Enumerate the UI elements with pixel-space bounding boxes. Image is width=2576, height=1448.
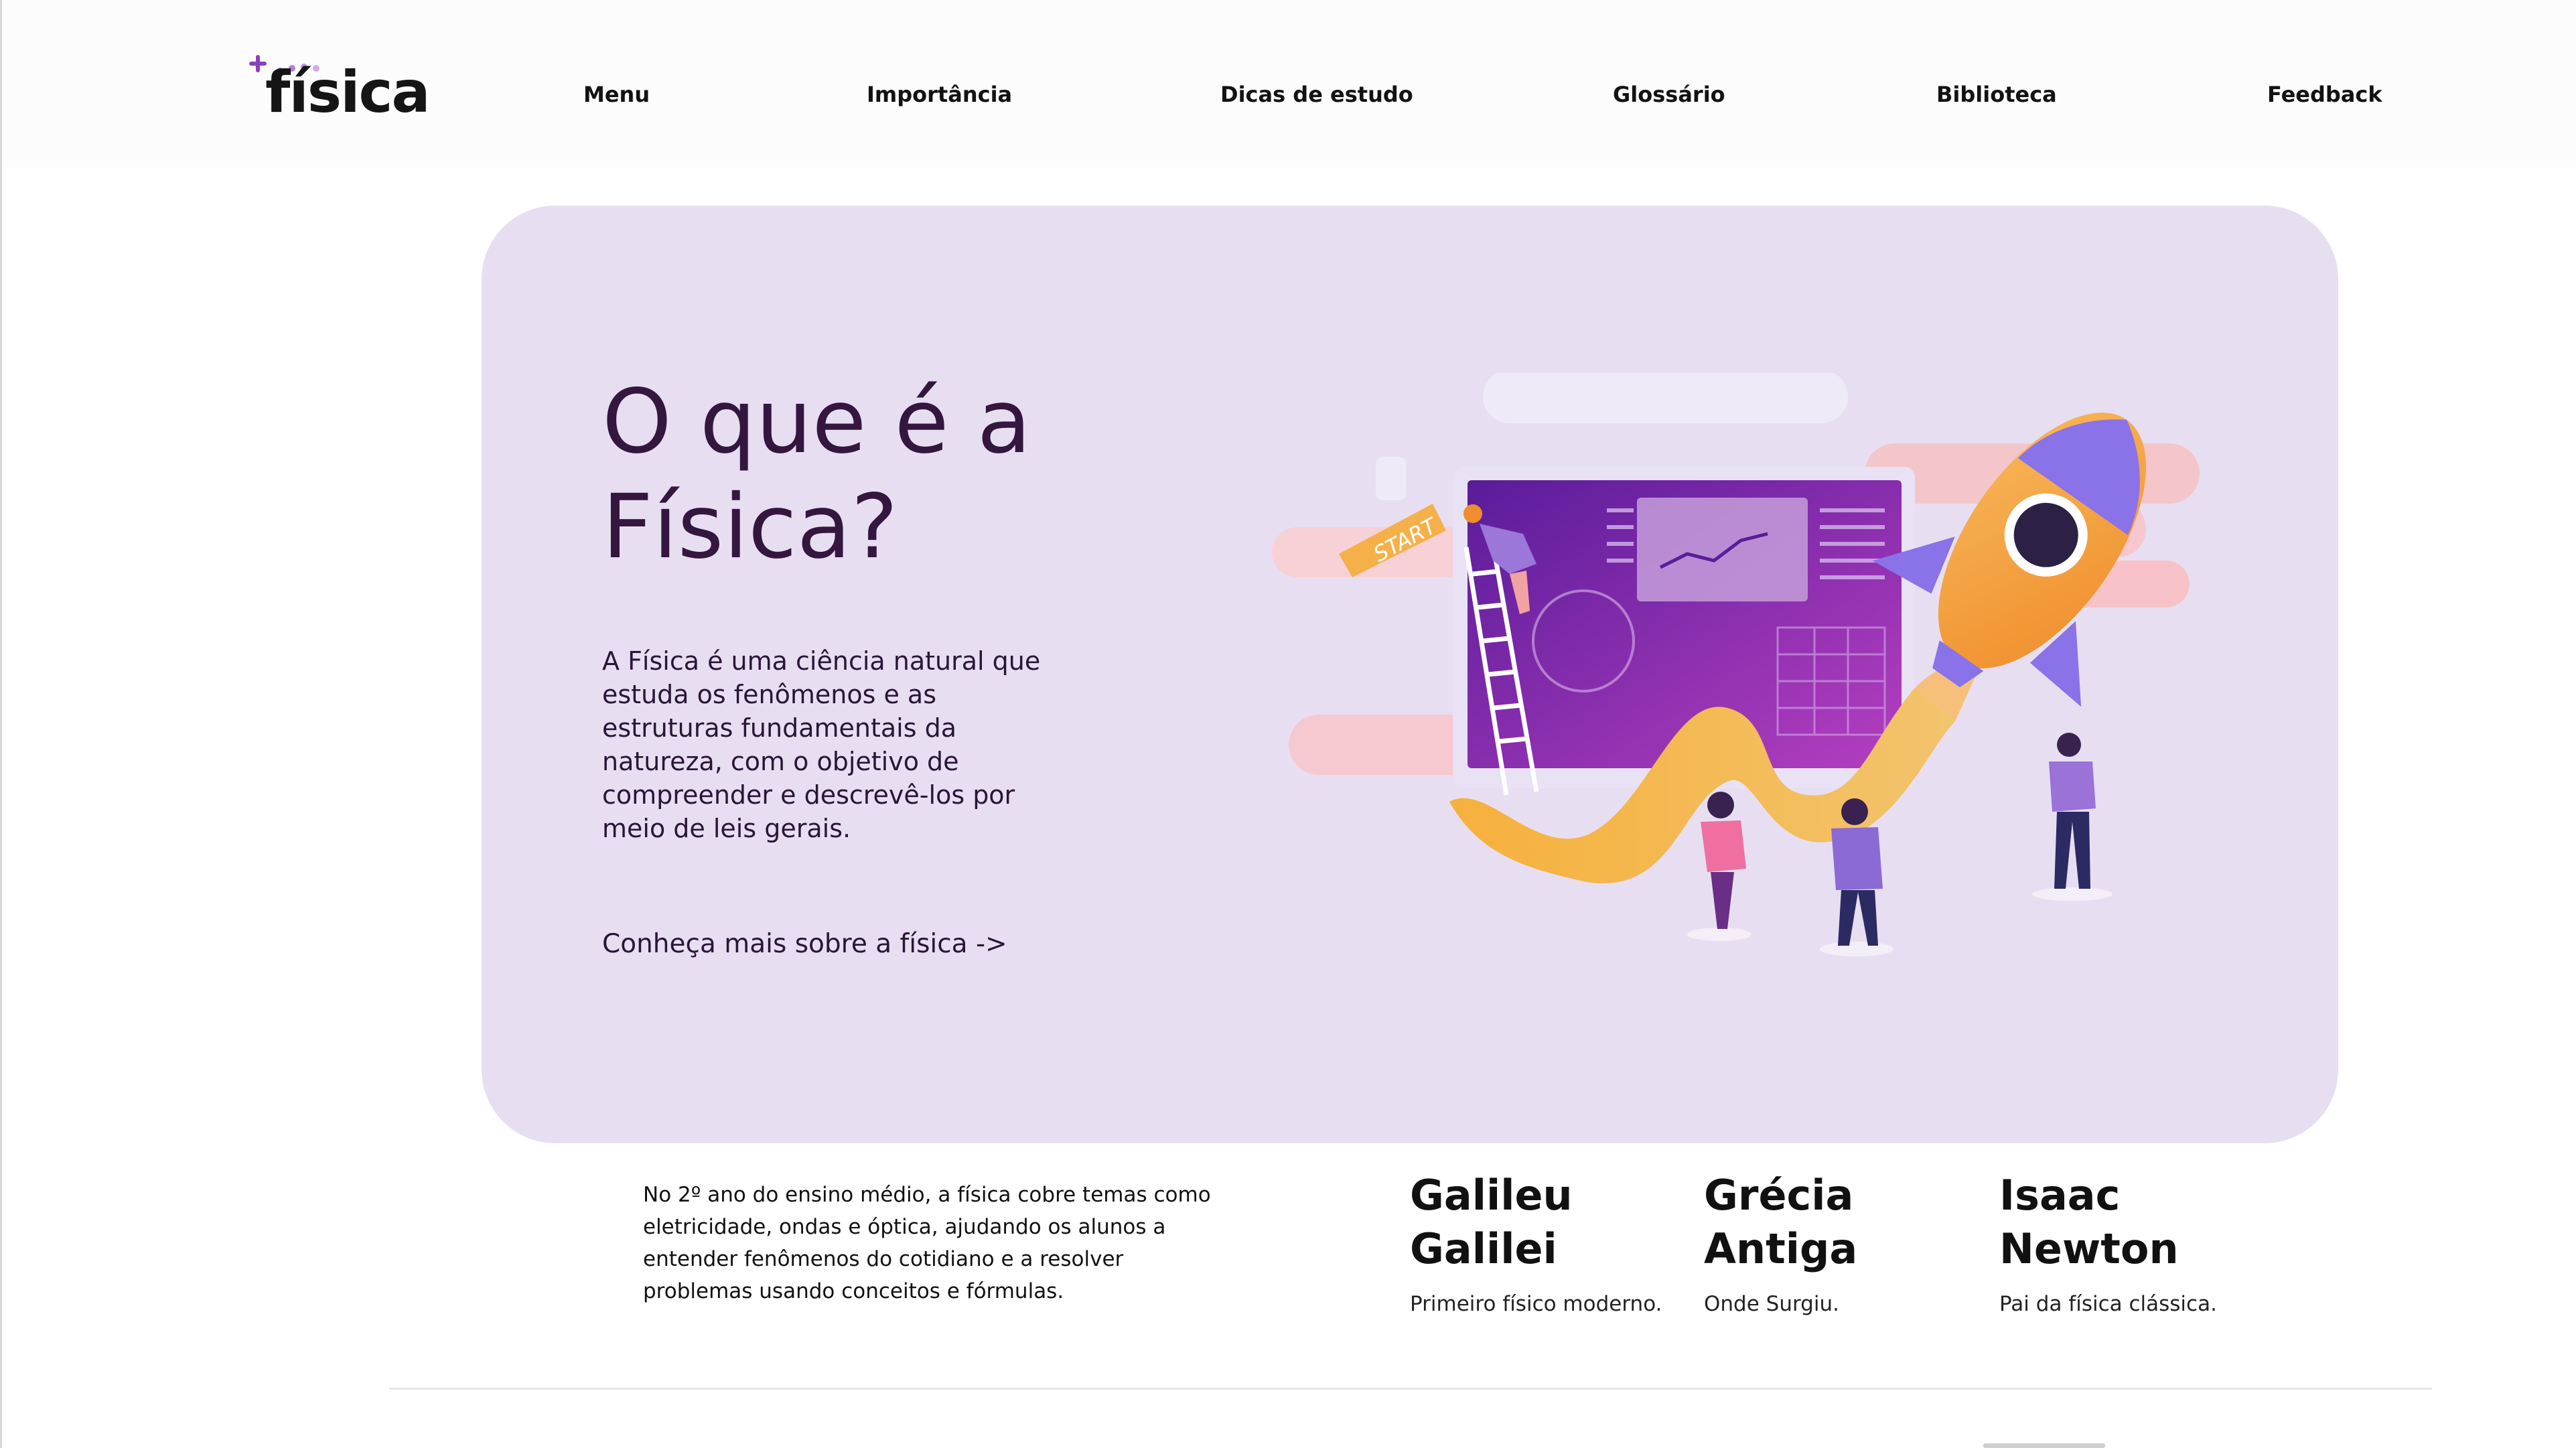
fact-title-line2: Newton [1999, 1224, 2179, 1273]
fact-card-galileu: Galileu Galilei Primeiro físico moderno. [1410, 1169, 1691, 1316]
fact-subtitle: Primeiro físico moderno. [1410, 1292, 1662, 1316]
fact-card-newton: Isaac Newton Pai da física clássica. [1999, 1169, 2281, 1316]
fact-subtitle: Pai da física clássica. [1999, 1292, 2217, 1316]
fact-title: Grécia Antiga [1704, 1169, 1985, 1276]
hero-description: A Física é uma ciência natural que estud… [602, 646, 1041, 843]
nav-biblioteca[interactable]: Biblioteca [1936, 82, 2057, 107]
intro-text: No 2º ano do ensino médio, a física cobr… [643, 1183, 1211, 1303]
fact-title-line1: Grécia [1704, 1171, 1854, 1220]
hero-title-line1: O que é a [602, 370, 1031, 474]
header: física Menu Importância Dicas de estudo … [2, 0, 2576, 167]
hero-card: O que é a Física? A Física é uma ciência… [482, 206, 2338, 1143]
nav-menu[interactable]: Menu [583, 82, 650, 107]
scrollbar-thumb[interactable] [1983, 1443, 2105, 1448]
rocket-launch-illustration: START [1272, 373, 2200, 956]
nav-feedback[interactable]: Feedback [2267, 82, 2382, 107]
logo-text: física [265, 59, 431, 126]
nav-importancia[interactable]: Importância [867, 82, 1012, 107]
logo[interactable]: física [246, 55, 431, 129]
section-divider [389, 1388, 2432, 1390]
fact-title: Galileu Galilei [1410, 1169, 1691, 1276]
nav-glossario[interactable]: Glossário [1613, 82, 1725, 107]
hero-title-line2: Física? [602, 476, 898, 579]
fact-title-line1: Isaac [1999, 1171, 2121, 1220]
learn-more-link[interactable]: Conheça mais sobre a física -> [602, 929, 1007, 959]
fact-title-line2: Galilei [1410, 1224, 1557, 1273]
fact-title-line1: Galileu [1410, 1171, 1573, 1220]
fact-title: Isaac Newton [1999, 1169, 2281, 1276]
fact-subtitle: Onde Surgiu. [1704, 1292, 1839, 1316]
nav-dicas-de-estudo[interactable]: Dicas de estudo [1220, 82, 1413, 107]
page: física Menu Importância Dicas de estudo … [0, 0, 2576, 1448]
fact-card-grecia: Grécia Antiga Onde Surgiu. [1704, 1169, 1985, 1316]
fact-title-line2: Antiga [1704, 1224, 1858, 1273]
hero-title: O que é a Física? [602, 370, 1138, 580]
